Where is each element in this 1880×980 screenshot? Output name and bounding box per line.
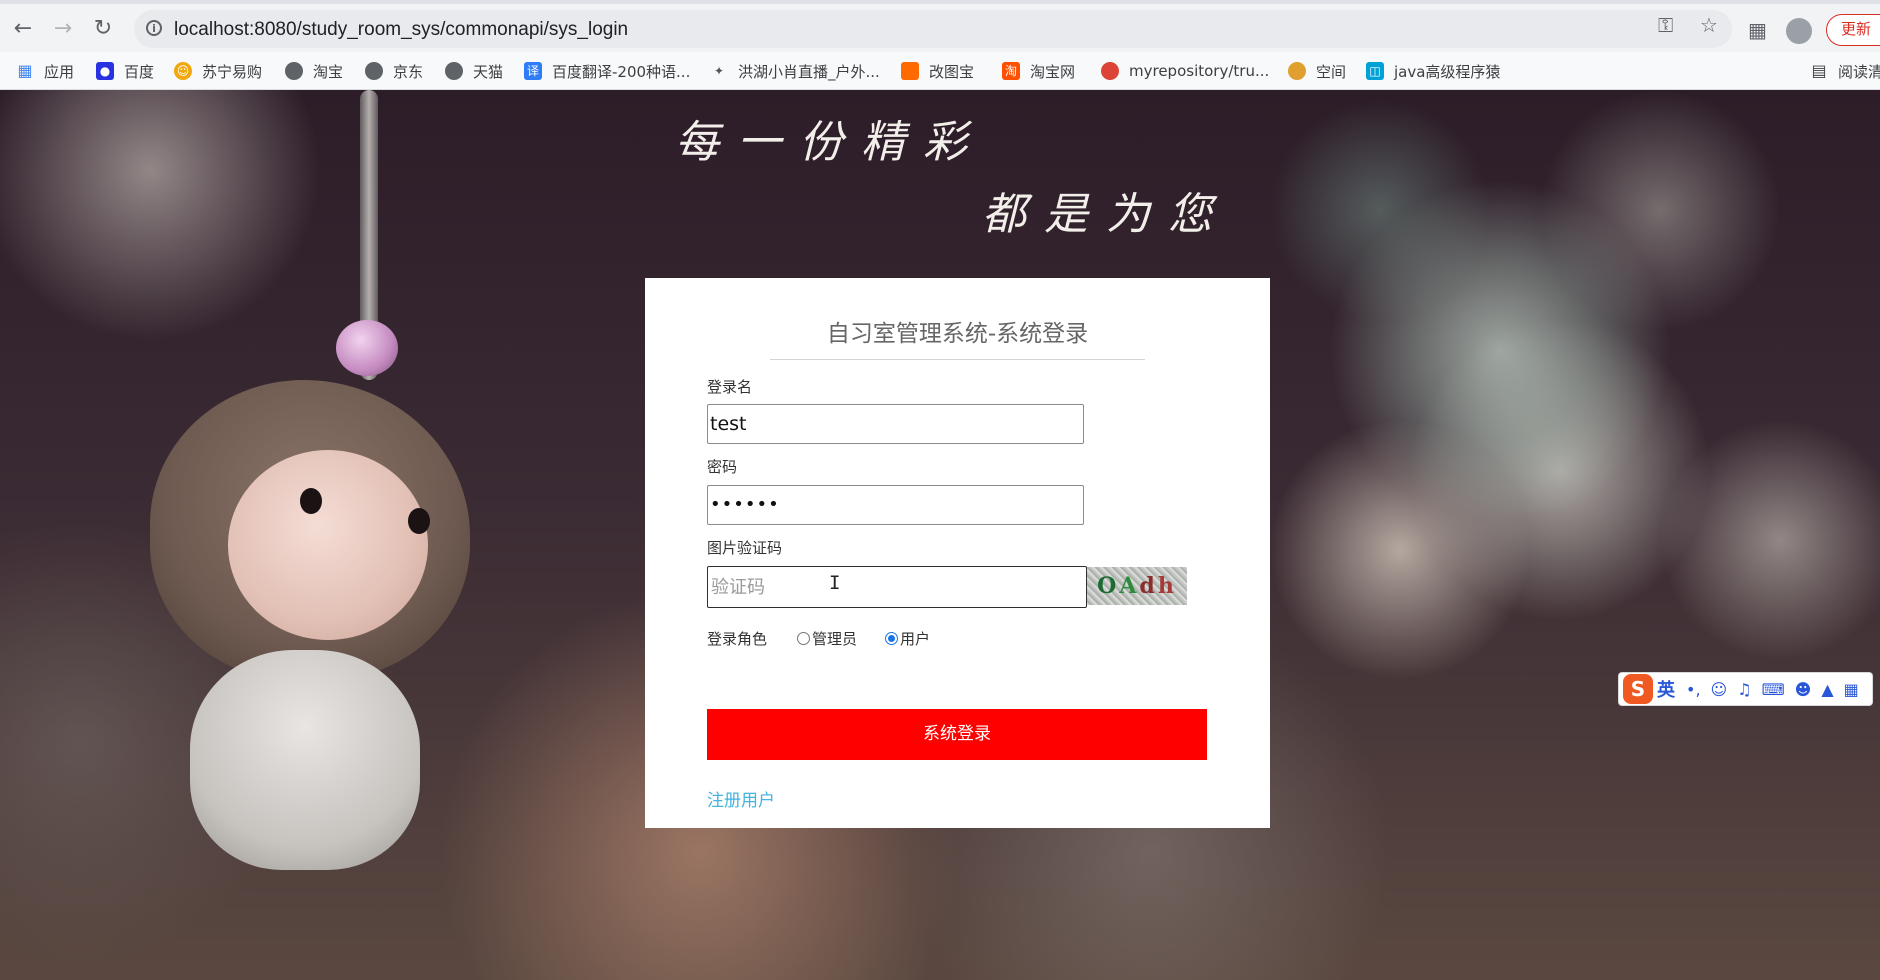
- emoji-icon[interactable]: ☺: [1711, 680, 1728, 699]
- slogan-line-1: 每一份精彩: [675, 117, 985, 168]
- bookmark-item[interactable]: ☺ 苏宁易购: [174, 60, 262, 82]
- bilibili-icon: ◫: [1366, 62, 1384, 80]
- bookmark-item[interactable]: ● 百度: [96, 60, 154, 82]
- browser-toolbar: ← → ↻ i localhost:8080/study_room_sys/co…: [0, 0, 1880, 52]
- text-cursor-icon: I: [829, 572, 841, 594]
- captcha-input[interactable]: [707, 566, 1087, 608]
- punctuation-icon[interactable]: •,: [1686, 680, 1701, 699]
- bookmark-item[interactable]: 淘宝: [285, 60, 343, 82]
- bookmarks-bar: ▦ 应用 ● 百度 ☺ 苏宁易购 淘宝 京东 天猫 译 百度翻译-200种语..…: [0, 52, 1880, 90]
- bookmark-item[interactable]: 空间: [1288, 60, 1346, 82]
- back-arrow-icon[interactable]: ←: [10, 16, 36, 42]
- captcha-char: A: [1119, 573, 1140, 599]
- bead-decoration: [336, 320, 398, 376]
- address-bar[interactable]: i localhost:8080/study_room_sys/commonap…: [134, 10, 1732, 48]
- register-link[interactable]: 注册用户: [707, 786, 775, 811]
- role-option-user-label[interactable]: 用户: [900, 628, 930, 649]
- captcha-char: h: [1157, 573, 1177, 599]
- captcha-char: O: [1097, 573, 1120, 599]
- bookmark-item[interactable]: ✦ 洪湖小肖直播_户外...: [710, 60, 880, 82]
- gaitubao-icon: [901, 62, 919, 80]
- captcha-char: d: [1139, 573, 1158, 599]
- bookmark-item[interactable]: myrepository/tru...: [1101, 60, 1269, 82]
- doll-eye-right: [408, 508, 430, 534]
- role-option-admin-label[interactable]: 管理员: [812, 628, 857, 649]
- address-url[interactable]: localhost:8080/study_room_sys/commonapi/…: [174, 19, 628, 41]
- reading-list-icon: ▤: [1811, 61, 1827, 80]
- forward-arrow-icon[interactable]: →: [50, 16, 76, 42]
- role-label: 登录角色: [707, 630, 768, 648]
- site-info-icon[interactable]: i: [146, 20, 162, 36]
- profile-avatar-icon[interactable]: [1786, 18, 1812, 44]
- bookmark-item[interactable]: ▦ 应用: [16, 60, 74, 82]
- login-submit-button[interactable]: 系统登录: [707, 709, 1207, 760]
- skin-icon[interactable]: ▲: [1821, 680, 1833, 699]
- reload-icon[interactable]: ↻: [90, 16, 116, 42]
- captcha-label: 图片验证码: [707, 539, 783, 557]
- reading-list-item[interactable]: ▤ 阅读清: [1810, 60, 1880, 82]
- bookmark-item[interactable]: 天猫: [445, 60, 503, 82]
- globe-icon: [285, 62, 303, 80]
- update-button[interactable]: 更新: [1826, 14, 1880, 46]
- role-radio-user[interactable]: [885, 632, 899, 645]
- title-divider: [770, 359, 1145, 360]
- translate-icon: 译: [524, 62, 542, 80]
- bookmark-item[interactable]: ◫ java高级程序猿: [1366, 60, 1500, 82]
- taobao-icon: 淘: [1002, 62, 1020, 80]
- qzone-icon: [1288, 62, 1306, 80]
- user-icon[interactable]: ☻: [1795, 680, 1812, 699]
- ime-toolbar: S 英 •, ☺ ♫ ⌨ ☻ ▲ ▦: [1618, 672, 1873, 706]
- keyboard-icon[interactable]: ⌨: [1762, 680, 1785, 699]
- captcha-image[interactable]: OAdh: [1087, 567, 1187, 605]
- microphone-icon[interactable]: ♫: [1737, 680, 1751, 699]
- username-label: 登录名: [707, 378, 753, 396]
- bookmark-generic-icon: ✦: [713, 64, 725, 78]
- sogou-logo-icon[interactable]: S: [1623, 674, 1653, 704]
- bookmark-item[interactable]: 淘 淘宝网: [1002, 60, 1075, 82]
- key-icon[interactable]: ⚿: [1658, 13, 1673, 37]
- globe-icon: [365, 62, 383, 80]
- suning-icon: ☺: [174, 62, 192, 80]
- login-card: 自习室管理系统-系统登录 登录名 密码 •••••• 图片验证码 OAdh 登录…: [645, 278, 1270, 828]
- login-page-background: 每一份精彩 都是为您 自习室管理系统-系统登录 登录名 密码 •••••• 图片…: [0, 90, 1880, 980]
- bookmark-item[interactable]: 改图宝: [901, 60, 974, 82]
- globe-icon: [445, 62, 463, 80]
- apps-grid-icon: ▦: [17, 61, 33, 80]
- doll-face-image: [228, 450, 428, 640]
- bookmark-star-icon[interactable]: ☆: [1700, 13, 1718, 37]
- login-title: 自习室管理系统-系统登录: [826, 321, 1089, 347]
- role-radio-admin[interactable]: [797, 632, 811, 645]
- doll-eye-left: [300, 488, 322, 514]
- bookmark-item[interactable]: 京东: [365, 60, 423, 82]
- doll-body-image: [190, 650, 420, 870]
- chrome-icon: [1101, 62, 1119, 80]
- extensions-puzzle-icon[interactable]: ▦: [1748, 18, 1767, 42]
- bookmark-item[interactable]: 译 百度翻译-200种语...: [524, 60, 690, 82]
- username-input[interactable]: [707, 404, 1084, 444]
- password-label: 密码: [707, 458, 738, 476]
- slogan-line-2: 都是为您: [982, 189, 1230, 240]
- ime-mode-toggle[interactable]: 英: [1657, 676, 1675, 702]
- baidu-paw-icon: ●: [96, 62, 114, 80]
- toolbox-icon[interactable]: ▦: [1844, 680, 1859, 699]
- password-input[interactable]: ••••••: [707, 485, 1084, 525]
- role-selector: 登录角色 管理员 用户: [707, 628, 930, 649]
